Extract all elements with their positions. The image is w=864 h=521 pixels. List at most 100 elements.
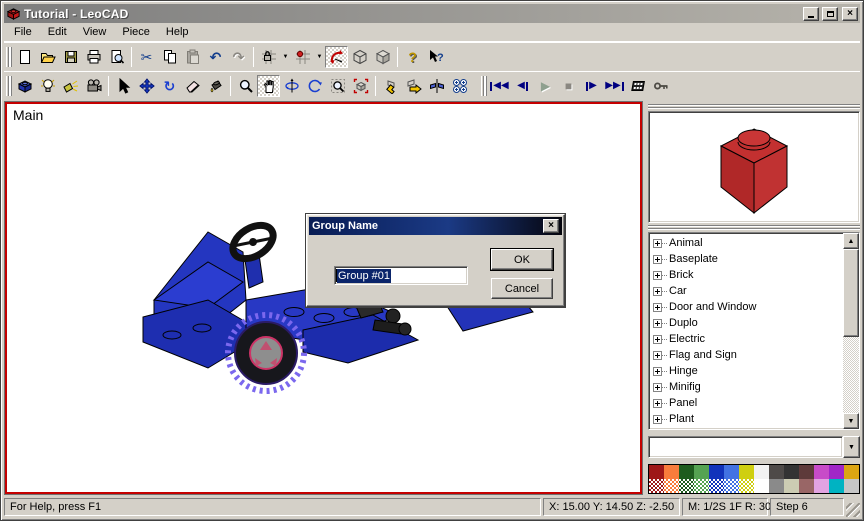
expand-plus-icon[interactable] [653,303,662,312]
stop-button[interactable]: ■ [557,75,580,97]
redo-button[interactable]: ↷ [227,46,250,68]
dialog-close-button[interactable]: × [543,219,559,233]
lock-snap-dropdown[interactable]: ▼ [280,46,291,68]
grid-snap-button[interactable] [291,46,314,68]
undo-button[interactable]: ↶ [204,46,227,68]
lock-snap-button[interactable] [257,46,280,68]
animation-button[interactable] [626,75,649,97]
piece-previous-button[interactable] [379,75,402,97]
tree-category-row[interactable]: Animal [653,235,843,251]
zoom-region-button[interactable] [326,75,349,97]
color-swatch[interactable] [709,465,724,479]
panel-splitter[interactable] [648,103,860,110]
expand-plus-icon[interactable] [653,351,662,360]
solid-render-button[interactable] [371,46,394,68]
print-button[interactable] [82,46,105,68]
angle-snap-button[interactable] [325,46,348,68]
add-key-button[interactable] [649,75,672,97]
expand-plus-icon[interactable] [653,271,662,280]
context-help-button[interactable]: ? [424,46,447,68]
expand-plus-icon[interactable] [653,287,662,296]
expand-plus-icon[interactable] [653,367,662,376]
select-button[interactable] [112,75,135,97]
color-swatch[interactable] [844,479,859,493]
maximize-button[interactable] [822,7,838,21]
scroll-down-button[interactable]: ▼ [843,413,859,429]
expand-plus-icon[interactable] [653,255,662,264]
color-swatch[interactable] [649,479,664,493]
close-button[interactable]: × [842,7,858,21]
color-swatch[interactable] [754,465,769,479]
first-step-button[interactable]: ◀◀ [488,75,511,97]
piece-next-button[interactable] [402,75,425,97]
color-swatch[interactable] [709,479,724,493]
color-swatch[interactable] [754,479,769,493]
menu-item[interactable]: Help [158,24,197,40]
color-swatch[interactable] [679,479,694,493]
tree-category-row[interactable]: Door and Window [653,299,843,315]
zoom-extents-button[interactable] [349,75,372,97]
camera-button[interactable] [82,75,105,97]
color-swatch[interactable] [829,465,844,479]
paste-button[interactable] [181,46,204,68]
expand-plus-icon[interactable] [653,415,662,424]
scroll-thumb[interactable] [843,249,859,337]
color-swatch[interactable] [784,465,799,479]
color-swatch[interactable] [724,479,739,493]
color-swatch[interactable] [664,479,679,493]
tree-category-row[interactable]: Minifig [653,379,843,395]
toolbar-gripper[interactable] [481,76,484,96]
color-swatch[interactable] [844,465,859,479]
last-step-button[interactable]: ▶▶ [603,75,626,97]
piece-preview[interactable] [648,111,860,223]
tree-category-row[interactable]: Electric [653,331,843,347]
color-swatch[interactable] [769,465,784,479]
next-step-button[interactable]: ▶ [580,75,603,97]
color-swatch[interactable] [799,479,814,493]
color-swatch[interactable] [649,465,664,479]
scroll-up-button[interactable]: ▲ [843,233,859,249]
copy-button[interactable] [158,46,181,68]
tree-category-row[interactable]: Car [653,283,843,299]
pieces-button[interactable] [13,75,36,97]
combo-dropdown-button[interactable]: ▼ [843,436,860,458]
color-swatch[interactable] [814,479,829,493]
color-swatch[interactable] [739,465,754,479]
tree-category-row[interactable]: Brick [653,267,843,283]
save-button[interactable] [59,46,82,68]
resize-grip[interactable] [846,503,860,517]
viewport[interactable]: Main [5,102,642,494]
array-button[interactable] [448,75,471,97]
panel-splitter[interactable] [648,224,860,231]
color-swatch[interactable] [769,479,784,493]
expand-plus-icon[interactable] [653,239,662,248]
move-button[interactable] [135,75,158,97]
color-swatch[interactable] [739,479,754,493]
menu-item[interactable]: View [75,24,115,40]
grid-snap-dropdown[interactable]: ▼ [314,46,325,68]
cut-button[interactable]: ✂ [135,46,158,68]
expand-plus-icon[interactable] [653,335,662,344]
tree-category-row[interactable]: Baseplate [653,251,843,267]
tree-scrollbar[interactable]: ▲ ▼ [843,233,859,429]
minimize-button[interactable] [803,7,819,21]
color-swatch[interactable] [784,479,799,493]
tree-category-row[interactable]: Plant [653,411,843,427]
pan-button[interactable] [257,75,280,97]
toolbar-gripper[interactable] [6,76,9,96]
print-preview-button[interactable] [105,46,128,68]
new-button[interactable] [13,46,36,68]
wireframe-render-button[interactable] [348,46,371,68]
color-swatch[interactable] [724,465,739,479]
tree-category-row[interactable]: Panel [653,395,843,411]
color-swatch[interactable] [799,465,814,479]
menu-item[interactable]: Piece [114,24,158,40]
light-button[interactable] [36,75,59,97]
zoom-button[interactable] [234,75,257,97]
scroll-track[interactable] [843,337,859,413]
color-swatch[interactable] [664,465,679,479]
previous-step-button[interactable]: ◀ [511,75,534,97]
color-swatch[interactable] [694,465,709,479]
color-swatch[interactable] [814,465,829,479]
open-button[interactable] [36,46,59,68]
